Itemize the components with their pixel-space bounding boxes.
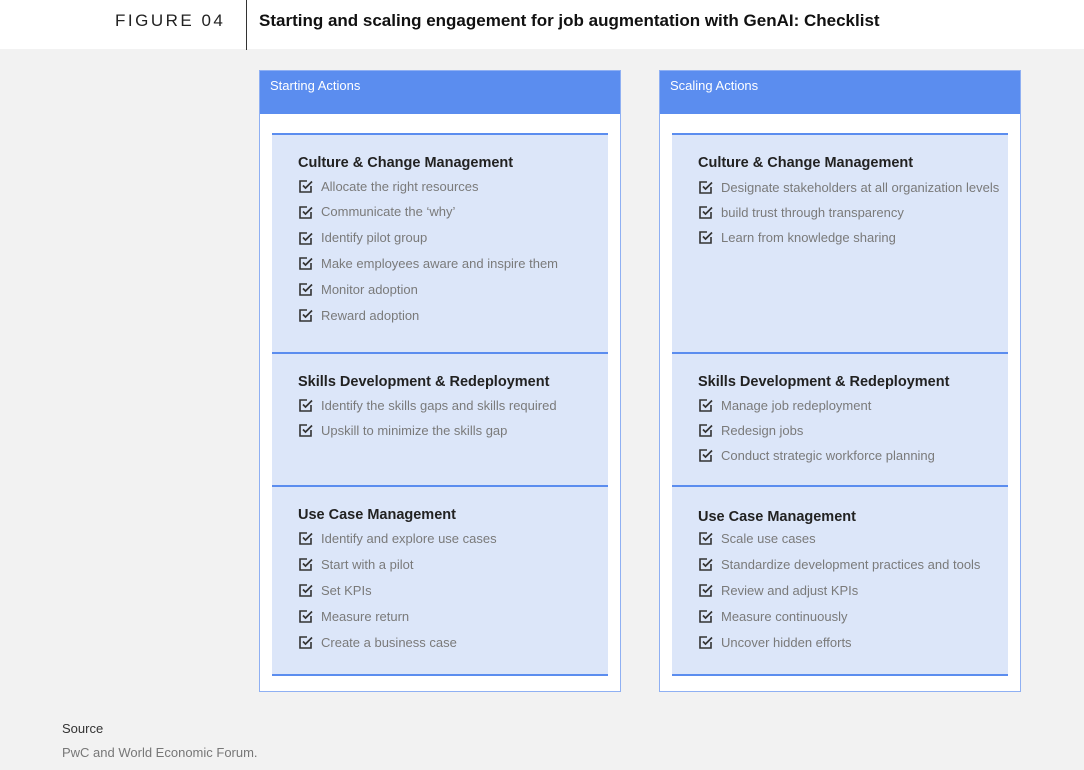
figure-title: Starting and scaling engagement for job … bbox=[259, 11, 880, 30]
checkbox-checked-icon bbox=[699, 532, 713, 545]
checkbox-checked-icon bbox=[299, 636, 313, 649]
checkbox-checked-icon bbox=[299, 399, 313, 412]
checklist-item: Make employees aware and inspire them bbox=[298, 254, 558, 272]
checklist-item-label: build trust through transparency bbox=[721, 204, 904, 220]
checkbox-checked-icon bbox=[299, 180, 313, 193]
header-divider bbox=[246, 0, 247, 50]
checklist-item-label: Monitor adoption bbox=[321, 281, 418, 297]
checklist-item-label: Measure continuously bbox=[721, 608, 848, 624]
checkbox-checked-icon bbox=[299, 558, 313, 571]
checkbox-checked-icon bbox=[299, 205, 313, 219]
checkbox-checked-icon bbox=[699, 231, 713, 244]
checklist-item: Communicate the ‘why’ bbox=[298, 203, 455, 221]
checklist-item-label: Identify the skills gaps and skills requ… bbox=[321, 397, 557, 413]
source-title: Source bbox=[62, 721, 104, 736]
checklist-item-label: Uncover hidden efforts bbox=[721, 634, 852, 650]
checklist-item-label: Upskill to minimize the skills gap bbox=[321, 422, 508, 438]
checklist-item-label: Make employees aware and inspire them bbox=[321, 255, 559, 271]
section-title: Skills Development & Redeployment bbox=[298, 374, 550, 390]
checklist-item: Manage job redeployment bbox=[698, 396, 871, 414]
checklist-item-label: Scale use cases bbox=[721, 530, 816, 546]
checklist-item-label: Identify pilot group bbox=[321, 230, 428, 246]
checklist-item: Scale use cases bbox=[698, 529, 816, 547]
section-title: Culture & Change Management bbox=[298, 155, 514, 171]
checklist-item-label: Measure return bbox=[321, 608, 410, 624]
checklist-item: Identify the skills gaps and skills requ… bbox=[298, 396, 557, 414]
checklist-item: build trust through transparency bbox=[698, 203, 904, 221]
column-heading: Starting Actions bbox=[260, 71, 620, 114]
source-text: PwC and World Economic Forum. bbox=[62, 745, 258, 760]
figure-label: FIGURE 04 bbox=[115, 11, 226, 30]
checkbox-checked-icon bbox=[299, 584, 313, 597]
checklist-item: Redesign jobs bbox=[698, 421, 803, 439]
checkbox-checked-icon bbox=[699, 636, 713, 649]
checkbox-checked-icon bbox=[699, 449, 713, 462]
checklist-item-label: Set KPIs bbox=[321, 582, 372, 598]
checklist-item: Measure continuously bbox=[698, 607, 847, 625]
checklist-item: Measure return bbox=[298, 607, 409, 625]
figure-header: FIGURE 04 Starting and scaling engagemen… bbox=[0, 0, 1084, 50]
checklist-section: Use Case Management Scale use cases Standa… bbox=[672, 485, 1008, 676]
checklist-section: Use Case Management Identify and explore … bbox=[272, 485, 608, 676]
checklist-item-label: Reward adoption bbox=[321, 307, 420, 323]
checklist-item-label: Learn from knowledge sharing bbox=[721, 229, 896, 245]
checklist-item: Learn from knowledge sharing bbox=[698, 228, 896, 246]
checklist-item: Allocate the right resources bbox=[298, 177, 479, 195]
checkbox-checked-icon bbox=[699, 424, 713, 437]
checklist-section: Culture & Change Management Allocate the … bbox=[272, 133, 608, 352]
checklist-item: Uncover hidden efforts bbox=[698, 633, 852, 651]
checklist-item-label: Manage job redeployment bbox=[721, 397, 872, 413]
checkbox-checked-icon bbox=[699, 181, 713, 194]
section-title: Use Case Management bbox=[698, 509, 856, 525]
checklist-section: Skills Development & Redeployment Manage … bbox=[672, 352, 1008, 485]
starting-actions-column: Starting Actions Culture & Change Managem… bbox=[259, 70, 621, 692]
checklist-item: Conduct strategic workforce planning bbox=[698, 446, 935, 464]
column-heading: Scaling Actions bbox=[660, 71, 1020, 114]
checklist-item-label: Conduct strategic workforce planning bbox=[721, 447, 935, 463]
checklist-item: Create a business case bbox=[298, 633, 457, 651]
checkbox-checked-icon bbox=[299, 532, 313, 545]
checklist-item-label: Start with a pilot bbox=[321, 556, 414, 572]
checkbox-checked-icon bbox=[299, 309, 313, 322]
checklist-item-label: Create a business case bbox=[321, 634, 457, 650]
checkbox-checked-icon bbox=[699, 558, 713, 571]
checklist-item: Set KPIs bbox=[298, 581, 372, 599]
checklist-item: Monitor adoption bbox=[298, 280, 418, 298]
checkbox-checked-icon bbox=[299, 610, 313, 623]
checkbox-checked-icon bbox=[699, 584, 713, 597]
checklist-item: Standardize development practices and to… bbox=[698, 555, 980, 573]
checklist-item-label: Communicate the ‘why’ bbox=[321, 204, 456, 220]
checklist-item: Designate stakeholders at all organizati… bbox=[698, 178, 999, 196]
checklist-item: Review and adjust KPIs bbox=[698, 581, 858, 599]
checklist-item-label: Identify and explore use cases bbox=[321, 530, 497, 546]
checklist-item-label: Redesign jobs bbox=[721, 422, 804, 438]
checkbox-checked-icon bbox=[299, 257, 313, 271]
checklist-item: Identify pilot group bbox=[298, 229, 427, 247]
checklist-item: Upskill to minimize the skills gap bbox=[298, 421, 507, 439]
checkbox-checked-icon bbox=[699, 399, 713, 412]
checklist-item-label: Standardize development practices and to… bbox=[721, 556, 981, 572]
checklist-item-label: Review and adjust KPIs bbox=[721, 582, 859, 598]
section-title: Skills Development & Redeployment bbox=[698, 374, 950, 390]
checkbox-checked-icon bbox=[299, 424, 313, 437]
scaling-actions-column: Scaling Actions Culture & Change Manageme… bbox=[659, 70, 1021, 692]
checklist-item: Start with a pilot bbox=[298, 555, 414, 573]
checklist-item-label: Allocate the right resources bbox=[321, 178, 479, 194]
section-title: Culture & Change Management bbox=[698, 155, 914, 171]
section-title: Use Case Management bbox=[298, 507, 456, 523]
checklist-section: Skills Development & Redeployment Identif… bbox=[272, 352, 608, 485]
checklist-section: Culture & Change Management Designate sta… bbox=[672, 133, 1008, 352]
checklist-item: Identify and explore use cases bbox=[298, 529, 497, 547]
checklist-item: Reward adoption bbox=[298, 306, 419, 324]
checkbox-checked-icon bbox=[299, 231, 313, 245]
checkbox-checked-icon bbox=[299, 283, 313, 296]
checkbox-checked-icon bbox=[699, 206, 713, 219]
checklist-item-label: Designate stakeholders at all organizati… bbox=[721, 179, 1000, 195]
checkbox-checked-icon bbox=[699, 610, 713, 623]
